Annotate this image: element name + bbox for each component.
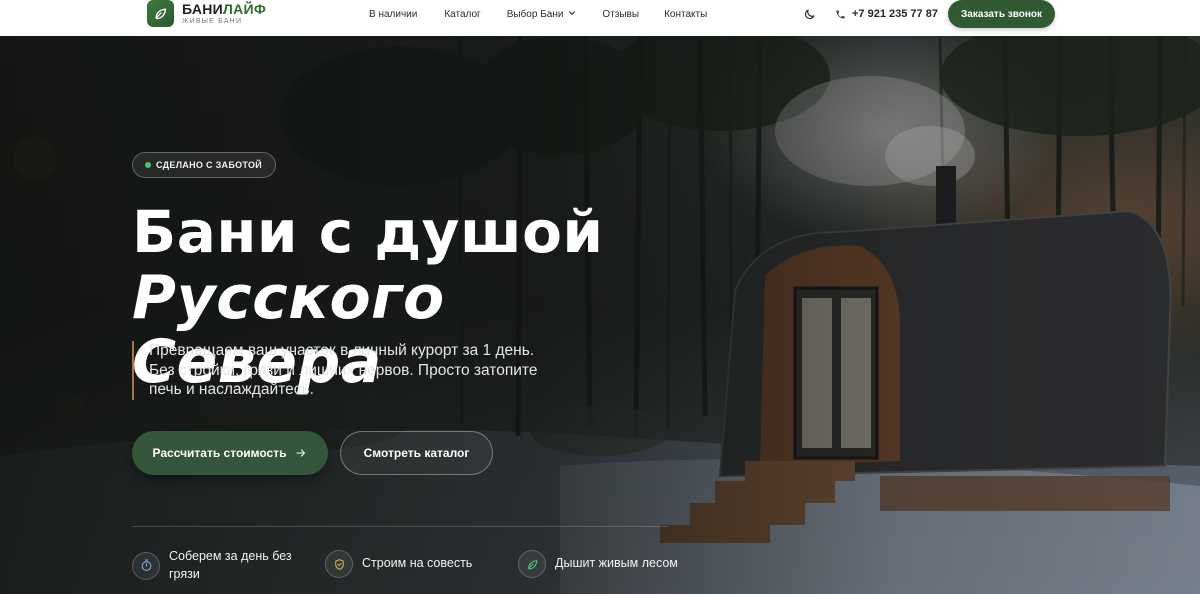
status-dot (145, 162, 151, 168)
feature-item: Дышит живым лесом (518, 550, 678, 578)
logo-title: БАНИЛАЙФ (182, 0, 267, 17)
nav-item-contacts[interactable]: Контакты (664, 9, 707, 20)
chevron-down-icon (568, 9, 576, 20)
hero-lead: Превращаем ваш участок в личный курорт з… (132, 341, 562, 401)
phone-icon (835, 9, 846, 20)
leaf-icon (147, 0, 174, 27)
feature-item: Соберем за день без грязи (132, 548, 299, 583)
stopwatch-icon (132, 551, 160, 580)
divider (132, 526, 668, 527)
callback-button[interactable]: Заказать звонок (948, 0, 1055, 28)
feature-item: Строим на совесть (325, 550, 472, 578)
arrow-right-icon (295, 447, 307, 459)
hero-badge: СДЕЛАНО С ЗАБОТОЙ (132, 152, 277, 178)
shield-check-icon (325, 550, 353, 578)
site-header: БАНИЛАЙФ ЖИВЫЕ БАНИ В наличии Каталог Вы… (0, 0, 1200, 36)
main-nav: В наличии Каталог Выбор Бани Отзывы Конт… (369, 0, 707, 28)
calculate-cost-button[interactable]: Рассчитать стоимость (132, 431, 328, 475)
nav-item-label: Выбор Бани (506, 8, 564, 20)
nav-item-reviews[interactable]: Отзывы (602, 9, 639, 20)
hero-section: СДЕЛАНО С ЗАБОТОЙ Бани с душой Русского … (0, 36, 1200, 594)
leaf-icon (518, 550, 546, 578)
logo[interactable]: БАНИЛАЙФ ЖИВЫЕ БАНИ (147, 0, 266, 28)
hero-title-line1: Бани с душой (132, 198, 604, 266)
phone-link[interactable]: +7 921 235 77 87 (835, 0, 938, 28)
feature-label: Дышит живым лесом (555, 556, 678, 571)
logo-subtitle: ЖИВЫЕ БАНИ (182, 17, 243, 25)
view-catalog-button[interactable]: Смотреть каталог (340, 431, 493, 475)
feature-label: Строим на совесть (362, 556, 473, 571)
nav-item-choose-banya[interactable]: Выбор Бани (507, 9, 577, 20)
phone-number: +7 921 235 77 87 (852, 8, 938, 20)
nav-item-in-stock[interactable]: В наличии (369, 9, 417, 20)
button-label: Рассчитать стоимость (152, 446, 287, 460)
nav-item-catalog[interactable]: Каталог (444, 9, 480, 20)
badge-text: СДЕЛАНО С ЗАБОТОЙ (156, 160, 263, 170)
moon-icon[interactable] (801, 6, 817, 22)
feature-label: Соберем за день без грязи (169, 549, 292, 581)
